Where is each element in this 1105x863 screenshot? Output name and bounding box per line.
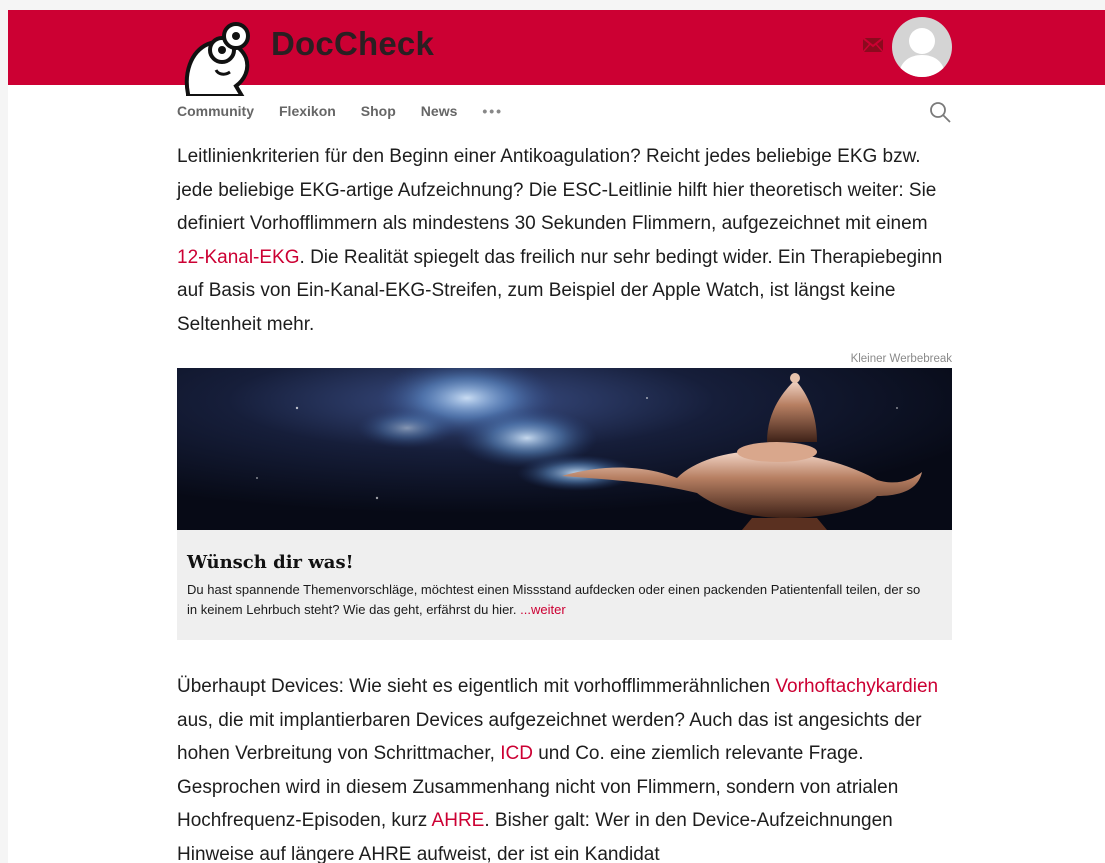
paragraph-text: Überhaupt Devices: Wie sieht es eigentli…	[177, 676, 776, 697]
paragraph-text: Leitlinienkriterien für den Beginn einer…	[177, 146, 937, 234]
nav-item-news[interactable]: News	[421, 103, 458, 119]
page: DocCheck Community Flexikon Shop News ••…	[8, 10, 1105, 863]
ad-read-more-link[interactable]: ...weiter	[520, 602, 566, 617]
user-avatar-icon[interactable]	[892, 17, 952, 77]
ad-illustration	[177, 368, 952, 530]
doccheck-mascot-logo[interactable]	[178, 14, 264, 96]
link-vorhoftachykardien[interactable]: Vorhofta­chykardien	[775, 676, 938, 697]
magic-lamp-image[interactable]	[177, 368, 952, 530]
link-icd[interactable]: ICD	[500, 743, 533, 764]
ad-title[interactable]: Wünsch dir was!	[187, 552, 353, 573]
ad-teaser-box: Wünsch dir was! Du hast spannende Themen…	[177, 530, 952, 640]
brand-name[interactable]: DocCheck	[271, 25, 434, 63]
main-nav: Community Flexikon Shop News •••	[177, 101, 503, 121]
nav-more-button[interactable]: •••	[482, 103, 503, 119]
article-paragraph-2: Überhaupt Devices: Wie sieht es eigentli…	[177, 670, 957, 863]
nav-item-flexikon[interactable]: Flexikon	[279, 103, 336, 119]
link-12-kanal-ekg[interactable]: 12-Kanal-EKG	[177, 247, 300, 268]
ad-body: Du hast spannende Themenvorschläge, möch…	[187, 580, 927, 620]
ad-label: Kleiner Werbebreak	[850, 353, 952, 365]
mail-icon[interactable]	[863, 38, 883, 52]
avatar-silhouette-icon	[898, 28, 946, 77]
nav-item-shop[interactable]: Shop	[361, 103, 396, 119]
article-paragraph-1: Leitlinienkriterien für den Beginn einer…	[177, 140, 957, 341]
link-ahre[interactable]: AHRE	[432, 810, 485, 831]
top-header-bar: DocCheck	[8, 10, 1105, 96]
search-icon[interactable]	[928, 100, 952, 124]
nav-item-community[interactable]: Community	[177, 103, 254, 119]
